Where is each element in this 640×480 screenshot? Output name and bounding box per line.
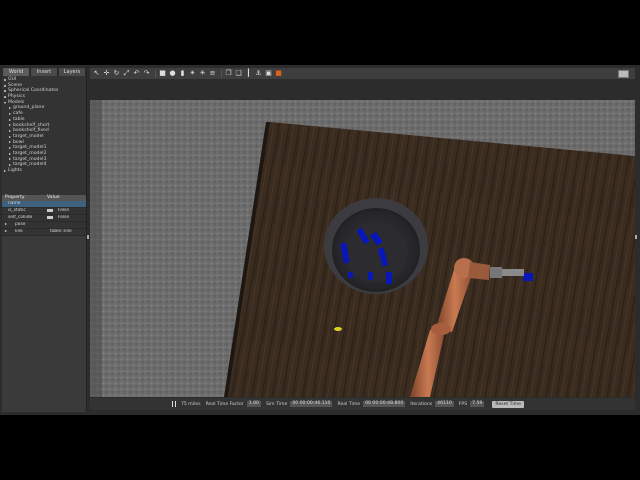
camera-icon[interactable] <box>618 69 629 78</box>
expand-arrow-icon[interactable] <box>5 223 10 225</box>
collapse-arrow-icon[interactable] <box>9 112 11 115</box>
property-row[interactable]: is_static False <box>2 208 86 215</box>
collapse-arrow-icon[interactable] <box>9 130 11 133</box>
collapse-arrow-icon[interactable] <box>9 147 11 150</box>
bullet-icon[interactable] <box>4 95 6 98</box>
property-row[interactable]: name <box>2 201 86 208</box>
property-value-text: table::link <box>50 229 72 234</box>
redo-icon[interactable]: ↷ <box>143 70 150 77</box>
status-bar: 75 miles Real Time Factor 1.00 Sim Time … <box>90 398 635 410</box>
properties-table: name is_static False self_collide False pose l… <box>2 201 86 236</box>
collapse-arrow-icon[interactable] <box>4 169 6 172</box>
fps-value: 7.59 <box>470 401 485 407</box>
copy-icon[interactable]: ❐ <box>225 70 232 77</box>
tree-item[interactable]: Lights <box>4 168 84 174</box>
property-value: table::link <box>44 229 86 235</box>
tab-layers[interactable]: Layers <box>59 68 85 76</box>
rotate-icon[interactable]: ↻ <box>113 70 120 77</box>
property-row[interactable]: pose <box>2 222 86 229</box>
toolbar: ↖ ✛ ↻ ⤢ ↶ ↷ ■ ● ▮ ✴ ☀ ≡ ❐ ❑ ┃ ⚓ ▣ ■ <box>90 68 635 79</box>
bullet-icon[interactable] <box>4 84 6 87</box>
bullet-icon[interactable] <box>4 90 6 93</box>
sphere-icon[interactable]: ● <box>169 70 176 77</box>
property-name-text: self_collide <box>8 215 33 220</box>
sim-time-value: 00 00:00:46.110 <box>290 401 333 407</box>
collapse-arrow-icon[interactable] <box>9 124 11 127</box>
property-name-text: is_static <box>8 208 26 213</box>
toolbar-separator <box>155 69 156 78</box>
undo-icon[interactable]: ↶ <box>133 70 140 77</box>
property-value-text: False <box>58 215 70 220</box>
expand-arrow-icon[interactable] <box>5 230 10 232</box>
expand-arrow-icon[interactable] <box>4 101 6 104</box>
panel-tabs: World Insert Layers <box>2 67 86 76</box>
align-icon[interactable]: ┃ <box>245 70 252 77</box>
paste-icon[interactable]: ❑ <box>235 70 242 77</box>
property-value <box>44 201 86 207</box>
sim-time-label: Sim Time <box>265 401 288 407</box>
checkbox[interactable] <box>47 209 53 212</box>
translate-icon[interactable]: ✛ <box>103 70 110 77</box>
property-value-text <box>47 201 50 206</box>
collapse-arrow-icon[interactable] <box>9 152 11 155</box>
tab-world[interactable]: World <box>3 68 29 76</box>
property-value-text: False <box>58 208 70 213</box>
fps-label: FPS <box>458 401 468 407</box>
property-value: False <box>44 215 86 221</box>
property-name: name <box>2 201 44 207</box>
snap-icon[interactable]: ⚓ <box>255 70 262 77</box>
property-name-text: link <box>15 229 23 234</box>
pointlight-icon[interactable]: ✴ <box>189 70 196 77</box>
iterations-label: Iterations <box>410 401 433 407</box>
property-value-text <box>47 222 50 227</box>
property-value: False <box>44 208 86 214</box>
property-name: pose <box>2 222 44 228</box>
property-name: self_collide <box>2 215 44 221</box>
tab-insert[interactable]: Insert <box>31 68 57 76</box>
checkbox[interactable] <box>47 216 53 219</box>
real-time-label: Real Time <box>337 401 361 407</box>
dirlight-icon[interactable]: ≡ <box>209 70 216 77</box>
real-time-value: 00 00:00:48.800 <box>363 401 406 407</box>
3d-viewport[interactable] <box>90 100 635 397</box>
property-name-text: pose <box>15 222 26 227</box>
view-icon[interactable]: ▣ <box>265 70 272 77</box>
reset-time-button[interactable]: Reset Time <box>492 400 524 408</box>
gazebo-window: World Insert Layers GUI Scene Spherical Co… <box>0 65 640 415</box>
rtf-value: 1.00 <box>246 401 261 407</box>
left-splitter-handle[interactable] <box>87 235 89 239</box>
rtf-label: Real Time Factor <box>205 401 244 407</box>
pause-icon[interactable] <box>172 401 176 407</box>
property-row[interactable]: self_collide False <box>2 215 86 222</box>
property-name: link <box>2 229 44 235</box>
world-tree: GUI Scene Spherical Coordinates Physics Mode… <box>2 76 86 195</box>
collapse-arrow-icon[interactable] <box>9 118 11 121</box>
scene-render <box>90 100 635 397</box>
scale-icon[interactable]: ⤢ <box>123 70 130 77</box>
collapse-arrow-icon[interactable] <box>9 135 11 138</box>
left-panel: World Insert Layers GUI Scene Spherical Co… <box>2 67 87 412</box>
cylinder-icon[interactable]: ▮ <box>179 70 186 77</box>
toolbar-separator <box>221 69 222 78</box>
tree-item-label: Lights <box>8 168 22 173</box>
bowl <box>324 198 428 294</box>
small-object <box>334 327 342 331</box>
collapse-arrow-icon[interactable] <box>9 141 11 144</box>
property-row[interactable]: link table::link <box>2 229 86 236</box>
right-splitter-handle[interactable] <box>635 235 637 239</box>
bullet-icon[interactable] <box>4 78 6 81</box>
fps-text: 75 miles <box>181 401 201 407</box>
property-name: is_static <box>2 208 44 214</box>
iterations-value: 46110 <box>435 401 454 407</box>
collapse-arrow-icon[interactable] <box>9 164 11 167</box>
box-icon[interactable]: ■ <box>159 70 166 77</box>
arrow-icon[interactable]: ↖ <box>93 70 100 77</box>
property-name-text: name <box>8 201 21 206</box>
spotlight-icon[interactable]: ☀ <box>199 70 206 77</box>
collapse-arrow-icon[interactable] <box>9 158 11 161</box>
screenshot-icon[interactable]: ■ <box>275 70 282 77</box>
collapse-arrow-icon[interactable] <box>9 107 11 110</box>
property-value <box>44 222 86 228</box>
